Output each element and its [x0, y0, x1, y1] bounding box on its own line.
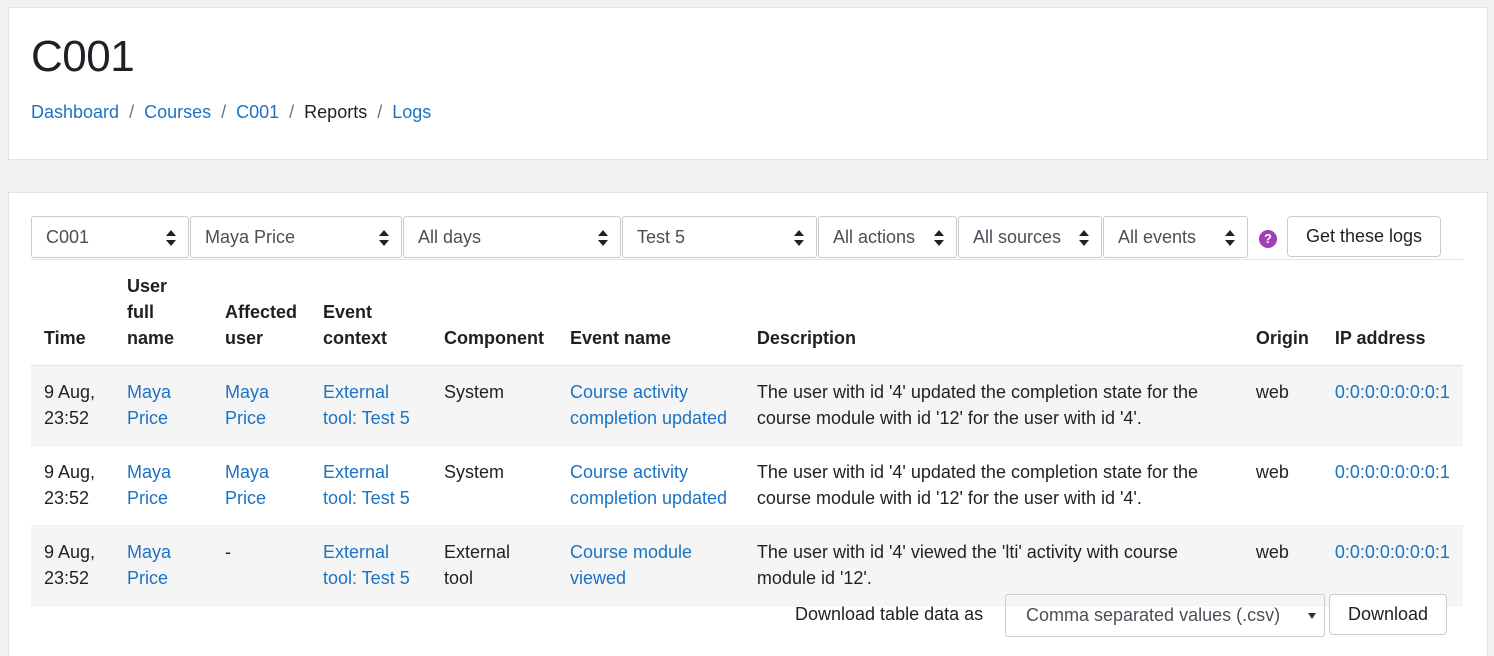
select-arrows-icon — [166, 230, 176, 246]
cell-origin: web — [1242, 445, 1322, 526]
cell-event-context: External tool: Test 5 — [309, 445, 431, 526]
download-format-value: Comma separated values (.csv) — [1026, 605, 1281, 625]
breadcrumb-courses[interactable]: Courses — [144, 102, 211, 123]
table-row: 9 Aug, 23:52 Maya Price Maya Price Exter… — [31, 365, 1463, 446]
events-select-value: All events — [1118, 227, 1197, 247]
column-header-ip-address[interactable]: IP address — [1321, 259, 1463, 366]
ip-address-link[interactable]: 0:0:0:0:0:0:0:1 — [1335, 462, 1450, 482]
cell-event-name: Course activity completion updated — [556, 445, 744, 526]
column-header-event-name[interactable]: Event name — [556, 259, 744, 366]
cell-user-full-name: Maya Price — [113, 525, 212, 606]
cell-ip-address: 0:0:0:0:0:0:0:1 — [1321, 365, 1463, 446]
page-title: C001 — [31, 32, 135, 81]
cell-time: 9 Aug, 23:52 — [31, 365, 114, 446]
cell-component: External tool — [430, 525, 557, 606]
event-context-link[interactable]: External tool: Test 5 — [323, 462, 410, 508]
cell-affected-user: Maya Price — [211, 445, 310, 526]
event-name-link[interactable]: Course activity completion updated — [570, 382, 727, 428]
breadcrumb-dashboard[interactable]: Dashboard — [31, 102, 119, 123]
sources-select[interactable]: All sources — [958, 216, 1102, 258]
actions-select-value: All actions — [833, 227, 916, 247]
cell-description: The user with id '4' updated the complet… — [743, 365, 1243, 446]
breadcrumb-logs[interactable]: Logs — [392, 102, 431, 123]
event-context-link[interactable]: External tool: Test 5 — [323, 542, 410, 588]
breadcrumb: Dashboard / Courses / C001 / Reports / L… — [31, 102, 431, 123]
sources-select-value: All sources — [973, 227, 1062, 247]
cell-event-name: Course activity completion updated — [556, 365, 744, 446]
download-label: Download table data as — [795, 604, 984, 624]
user-link[interactable]: Maya Price — [127, 462, 171, 508]
event-name-link[interactable]: Course activity completion updated — [570, 462, 727, 508]
ip-address-link[interactable]: 0:0:0:0:0:0:0:1 — [1335, 382, 1450, 402]
event-context-link[interactable]: External tool: Test 5 — [323, 382, 410, 428]
page-header: C001 Dashboard / Courses / C001 / Report… — [8, 7, 1488, 160]
column-header-origin[interactable]: Origin — [1242, 259, 1322, 366]
select-arrows-icon — [794, 230, 804, 246]
cell-affected-user: Maya Price — [211, 365, 310, 446]
user-link[interactable]: Maya Price — [127, 542, 171, 588]
cell-ip-address: 0:0:0:0:0:0:0:1 — [1321, 445, 1463, 526]
course-select-value: C001 — [46, 227, 90, 247]
cell-user-full-name: Maya Price — [113, 445, 212, 526]
days-select-value: All days — [418, 227, 482, 247]
affected-user-link[interactable]: Maya Price — [225, 462, 269, 508]
column-header-affected-user[interactable]: Affected user — [211, 259, 310, 366]
get-logs-button[interactable]: Get these logs — [1287, 216, 1441, 257]
logs-table: Time User full name Affected user Event … — [31, 259, 1463, 606]
cell-time: 9 Aug, 23:52 — [31, 525, 114, 606]
event-name-link[interactable]: Course module viewed — [570, 542, 692, 588]
table-header-row: Time User full name Affected user Event … — [31, 259, 1463, 366]
table-row: 9 Aug, 23:52 Maya Price Maya Price Exter… — [31, 445, 1463, 526]
user-link[interactable]: Maya Price — [127, 382, 171, 428]
select-arrows-icon — [1225, 230, 1235, 246]
user-select[interactable]: Maya Price — [190, 216, 402, 258]
column-header-user-full-name[interactable]: User full name — [113, 259, 212, 366]
cell-description: The user with id '4' updated the complet… — [743, 445, 1243, 526]
breadcrumb-separator: / — [289, 102, 295, 122]
download-format-select[interactable]: Comma separated values (.csv) — [1005, 594, 1325, 637]
days-select[interactable]: All days — [403, 216, 621, 258]
column-header-component[interactable]: Component — [430, 259, 557, 366]
cell-origin: web — [1242, 365, 1322, 446]
cell-component: System — [430, 365, 557, 446]
column-header-description[interactable]: Description — [743, 259, 1243, 366]
select-arrows-icon — [934, 230, 944, 246]
logs-panel: C001 Maya Price All days Test 5 All acti… — [8, 192, 1488, 656]
affected-user-link[interactable]: Maya Price — [225, 382, 269, 428]
actions-select[interactable]: All actions — [818, 216, 957, 258]
select-arrows-icon — [379, 230, 389, 246]
select-arrows-icon — [1079, 230, 1089, 246]
cell-user-full-name: Maya Price — [113, 365, 212, 446]
ip-address-link[interactable]: 0:0:0:0:0:0:0:1 — [1335, 542, 1450, 562]
activity-select[interactable]: Test 5 — [622, 216, 817, 258]
cell-time: 9 Aug, 23:52 — [31, 445, 114, 526]
activity-select-value: Test 5 — [637, 227, 686, 247]
cell-event-name: Course module viewed — [556, 525, 744, 606]
cell-event-context: External tool: Test 5 — [309, 365, 431, 446]
column-header-time[interactable]: Time — [31, 259, 114, 366]
dropdown-arrow-icon — [1308, 613, 1316, 619]
breadcrumb-reports: Reports — [304, 102, 368, 122]
breadcrumb-course[interactable]: C001 — [236, 102, 279, 123]
events-select[interactable]: All events — [1103, 216, 1248, 258]
cell-component: System — [430, 445, 557, 526]
column-header-event-context[interactable]: Event context — [309, 259, 431, 366]
breadcrumb-separator: / — [377, 102, 383, 122]
download-button[interactable]: Download — [1329, 594, 1447, 635]
log-filters: C001 Maya Price All days Test 5 All acti… — [31, 216, 1249, 259]
user-select-value: Maya Price — [205, 227, 296, 247]
breadcrumb-separator: / — [221, 102, 227, 122]
help-icon[interactable]: ? — [1259, 230, 1277, 248]
course-select[interactable]: C001 — [31, 216, 189, 258]
select-arrows-icon — [598, 230, 608, 246]
cell-event-context: External tool: Test 5 — [309, 525, 431, 606]
breadcrumb-separator: / — [129, 102, 135, 122]
cell-affected-user: - — [211, 525, 310, 606]
